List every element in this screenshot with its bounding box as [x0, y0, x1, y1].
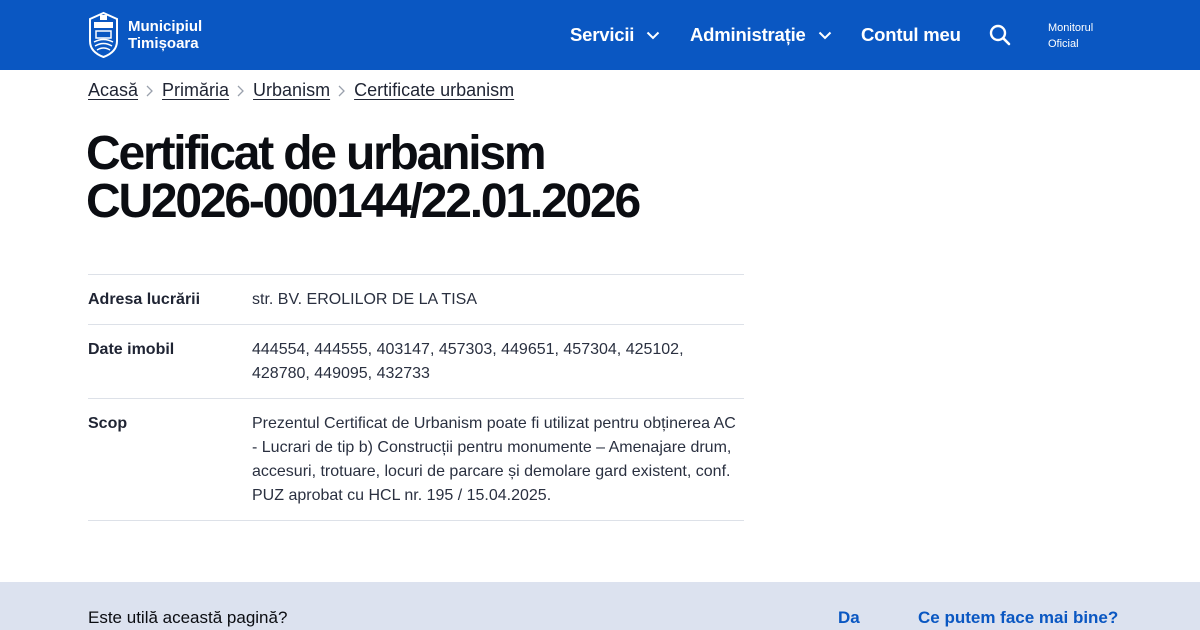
page-title: Certificat de urbanism CU2026-000144/22.…: [86, 130, 786, 226]
nav-contul-meu-label: Contul meu: [861, 24, 961, 45]
nav-administratie[interactable]: Administrație: [690, 24, 832, 46]
breadcrumb: Acasă Primăria Urbanism Certificate urba…: [88, 80, 514, 101]
details-label: Date imobil: [88, 341, 175, 358]
details-value: str. BV. EROLILOR DE LA TISA: [252, 291, 477, 308]
nav-servicii[interactable]: Servicii: [570, 24, 660, 46]
page-title-line-1: Certificat de urbanism: [86, 127, 547, 180]
chevron-right-icon: [338, 85, 345, 96]
chevron-right-icon: [146, 85, 153, 96]
monitorul-oficial-link[interactable]: Monitorul Oficial: [1048, 20, 1093, 52]
details-label: Adresa lucrării: [88, 291, 201, 308]
feedback-improve-button[interactable]: Ce putem face mai bine?: [918, 608, 1118, 628]
breadcrumb-item-urbanism[interactable]: Urbanism: [253, 80, 330, 101]
site-header: Municipiul Timișoara Servicii Administra…: [0, 0, 1200, 70]
chevron-down-icon: [818, 31, 831, 39]
nav-administratie-label: Administrație: [690, 24, 806, 45]
page-title-line-2: CU2026-000144/22.01.2026: [86, 175, 641, 228]
details-row-scop: Scop Prezentul Certificat de Urbanism po…: [88, 398, 744, 521]
details-row-adresa: Adresa lucrării str. BV. EROLILOR DE LA …: [88, 274, 744, 325]
details-label: Scop: [88, 415, 128, 432]
nav-servicii-label: Servicii: [570, 24, 635, 45]
site-logo[interactable]: Municipiul Timișoara: [88, 11, 202, 58]
city-crest-icon: [89, 11, 118, 58]
monitor-line-2: Oficial: [1048, 38, 1079, 50]
breadcrumb-item-acasa[interactable]: Acasă: [88, 80, 138, 101]
feedback-bar: Este utilă această pagină? Da Ce putem f…: [0, 582, 1200, 630]
breadcrumb-item-certificate-urbanism[interactable]: Certificate urbanism: [354, 80, 514, 101]
chevron-right-icon: [237, 85, 244, 96]
nav-contul-meu[interactable]: Contul meu: [861, 24, 961, 46]
feedback-yes-button[interactable]: Da: [838, 608, 860, 628]
chevron-down-icon: [647, 31, 660, 39]
search-icon: [989, 24, 1011, 46]
details-row-date-imobil: Date imobil 444554, 444555, 403147, 4573…: [88, 324, 744, 399]
details-value: Prezentul Certificat de Urbanism poate f…: [252, 415, 736, 504]
breadcrumb-item-primaria[interactable]: Primăria: [162, 80, 229, 101]
details-value: 444554, 444555, 403147, 457303, 449651, …: [252, 341, 684, 382]
monitor-line-1: Monitorul: [1048, 22, 1094, 34]
feedback-question: Este utilă această pagină?: [88, 608, 288, 627]
logo-line-2: Timișoara: [128, 34, 199, 52]
logo-line-1: Municipiul: [128, 17, 203, 35]
certificate-details-table: Adresa lucrării str. BV. EROLILOR DE LA …: [88, 274, 744, 521]
search-button[interactable]: [989, 24, 1011, 51]
